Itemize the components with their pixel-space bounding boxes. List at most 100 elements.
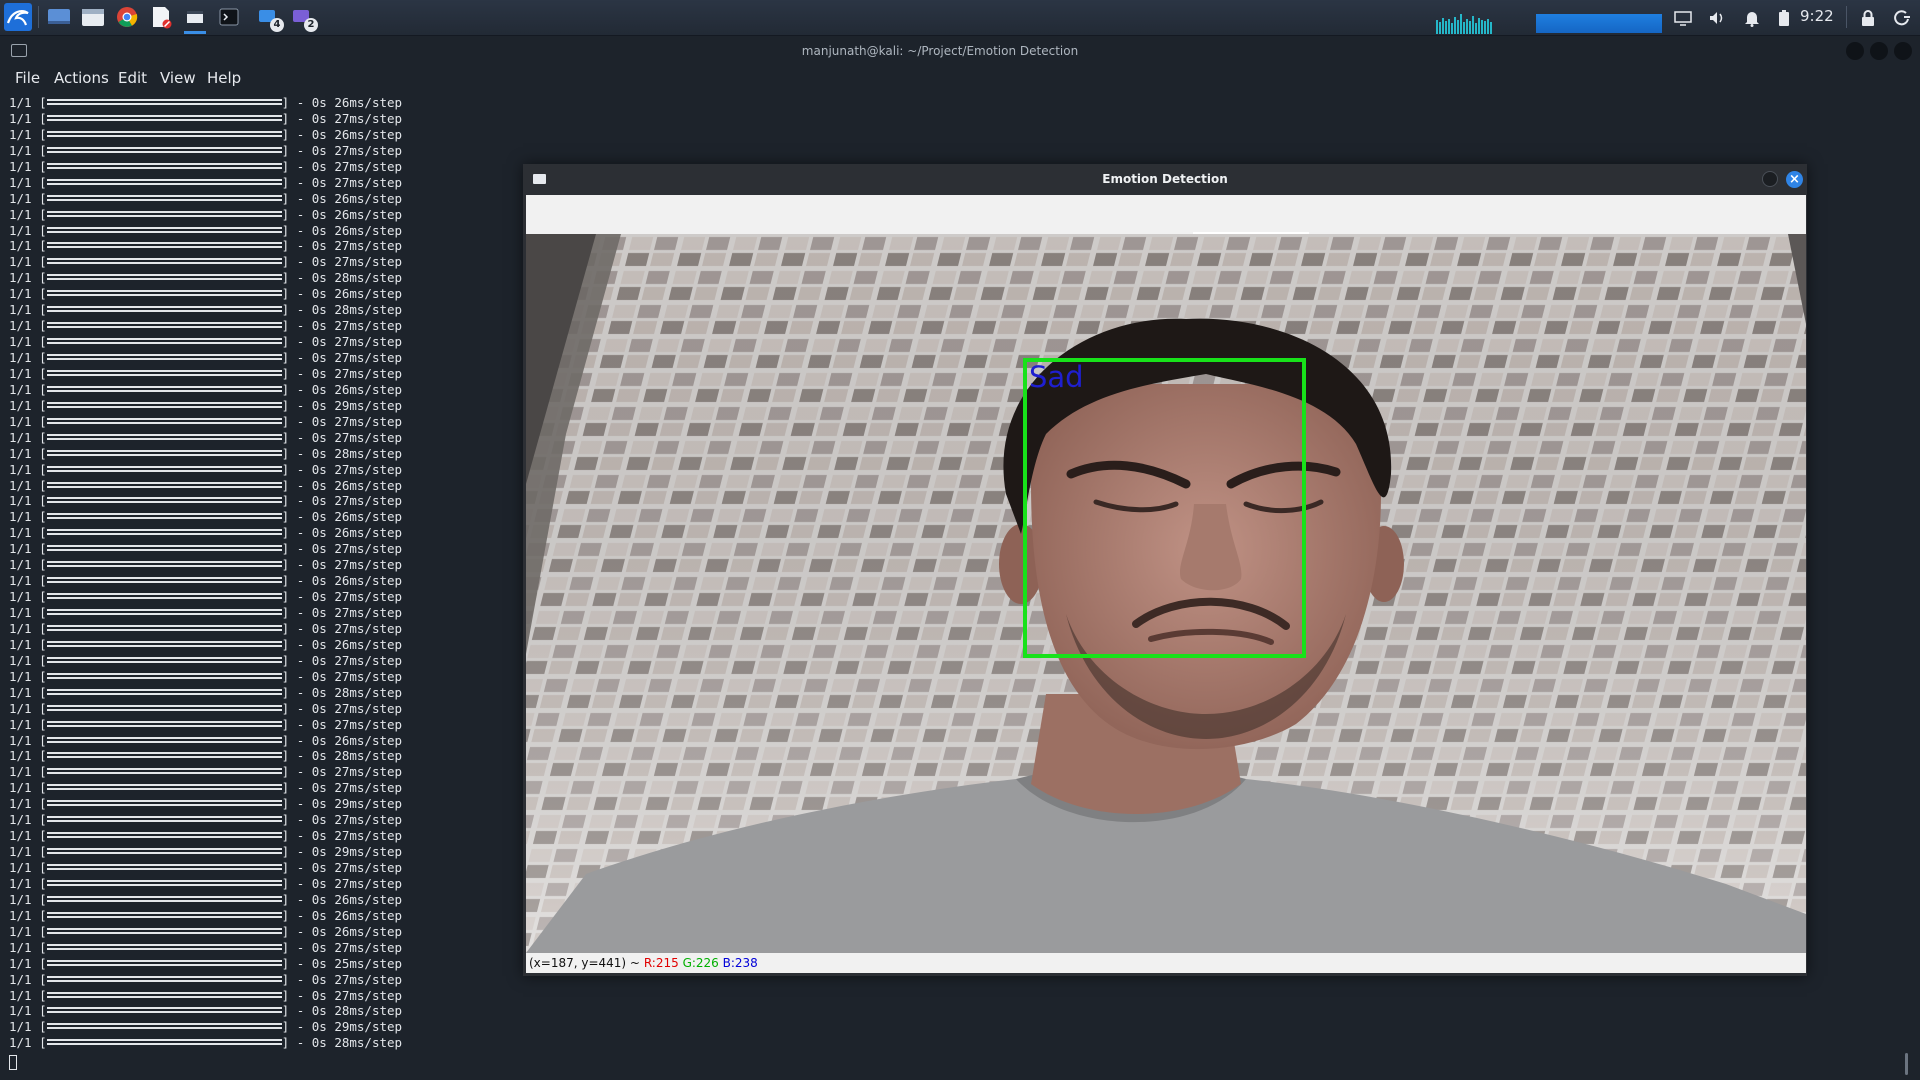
log-mid: ] - 0s xyxy=(281,334,335,350)
cpu-graph-bar xyxy=(1454,17,1456,34)
menu-actions[interactable]: Actions xyxy=(54,69,109,87)
step-time: 27ms/step xyxy=(334,700,403,716)
terminal-log-line: 1/1 [] - 0s 29ms/step xyxy=(9,844,509,860)
battery-icon[interactable] xyxy=(1774,8,1794,28)
workspace-2-icon[interactable]: 2 xyxy=(290,5,318,32)
step-time: 27ms/step xyxy=(334,254,403,270)
progress-bar xyxy=(46,146,282,153)
step-time: 27ms/step xyxy=(334,764,403,780)
step-time: 26ms/step xyxy=(334,732,403,748)
step-time: 29ms/step xyxy=(334,397,403,413)
log-mid: ] - 0s xyxy=(281,907,335,923)
step-time: 27ms/step xyxy=(334,429,403,445)
terminal-launcher-icon[interactable] xyxy=(216,5,242,29)
step-time: 28ms/step xyxy=(334,748,403,764)
log-prefix: 1/1 [ xyxy=(9,844,47,860)
terminal-log-line: 1/1 [] - 0s 29ms/step xyxy=(9,398,509,414)
terminal-log-line: 1/1 [] - 0s 27ms/step xyxy=(9,621,509,637)
log-mid: ] - 0s xyxy=(281,764,335,780)
log-prefix: 1/1 [ xyxy=(9,573,47,589)
log-prefix: 1/1 [ xyxy=(9,716,47,732)
log-mid: ] - 0s xyxy=(281,748,335,764)
terminal-maximize-button[interactable] xyxy=(1870,42,1888,60)
pixel-info-statusbar: (x=187, y=441) ~ R:215 G:226 B:238 xyxy=(526,953,1806,973)
cpu-graph-bar xyxy=(1463,22,1465,34)
display-icon[interactable] xyxy=(1673,8,1693,28)
notifications-bell-icon[interactable] xyxy=(1742,8,1762,28)
log-prefix: 1/1 [ xyxy=(9,222,47,238)
log-prefix: 1/1 [ xyxy=(9,557,47,573)
log-mid: ] - 0s xyxy=(281,350,335,365)
show-desktop-icon[interactable] xyxy=(46,5,72,29)
terminal-log-line: 1/1 [] - 0s 28ms/step xyxy=(9,270,509,286)
terminal-log-line: 1/1 [] - 0s 27ms/step xyxy=(9,669,509,685)
progress-bar xyxy=(46,417,282,424)
step-time: 27ms/step xyxy=(334,493,403,509)
emotion-window-close-button[interactable]: × xyxy=(1786,171,1803,188)
menu-file[interactable]: File xyxy=(15,69,40,87)
progress-bar xyxy=(46,178,282,185)
workspace-1-icon[interactable]: 4 xyxy=(256,5,284,32)
terminal-log-line: 1/1 [] - 0s 26ms/step xyxy=(9,892,509,908)
kali-menu-icon[interactable] xyxy=(4,3,32,31)
progress-bar xyxy=(46,561,282,568)
step-time: 26ms/step xyxy=(334,95,403,110)
log-prefix: 1/1 [ xyxy=(9,541,47,557)
progress-bar xyxy=(46,290,282,297)
log-mid: ] - 0s xyxy=(281,716,335,732)
log-prefix: 1/1 [ xyxy=(9,860,47,875)
terminal-minimize-button[interactable] xyxy=(1846,42,1864,60)
emotion-window-minimize-button[interactable] xyxy=(1762,171,1778,187)
progress-bar xyxy=(46,401,282,408)
menu-view[interactable]: View xyxy=(160,69,196,87)
terminal-window-taskbar-icon[interactable] xyxy=(182,5,208,34)
emotion-window-title: Emotion Detection xyxy=(1102,172,1228,186)
progress-bar xyxy=(46,991,282,998)
step-time: 27ms/step xyxy=(334,716,403,732)
terminal-log-line: 1/1 [ ] - 0s 27ms/step xyxy=(9,717,509,733)
log-prefix: 1/1 [ xyxy=(9,525,47,541)
terminal-log-line: 1/1 [] - 0s 26ms/step xyxy=(9,637,509,653)
logout-icon[interactable] xyxy=(1892,8,1912,28)
terminal-log-line: 1/1 [] - 0s 26ms/step xyxy=(9,191,509,207)
terminal-log-line: 1/1 [] - 0s 27ms/step xyxy=(9,334,509,350)
menu-help[interactable]: Help xyxy=(207,69,241,87)
lock-screen-icon[interactable] xyxy=(1858,8,1878,28)
step-time: 27ms/step xyxy=(334,939,403,955)
progress-bar xyxy=(46,927,282,934)
log-prefix: 1/1 [ xyxy=(9,636,47,652)
volume-icon[interactable] xyxy=(1707,8,1727,28)
log-mid: ] - 0s xyxy=(281,589,335,605)
terminal-log-line: 1/1 [] - 0s 27ms/step xyxy=(9,860,509,876)
cpu-graph-bar xyxy=(1448,19,1450,34)
log-prefix: 1/1 [ xyxy=(9,732,47,748)
log-mid: ] - 0s xyxy=(281,732,335,748)
chrome-browser-icon[interactable] xyxy=(114,5,140,29)
progress-bar xyxy=(46,911,282,918)
log-mid: ] - 0s xyxy=(281,397,335,413)
step-time: 29ms/step xyxy=(334,796,403,812)
step-time: 27ms/step xyxy=(334,158,403,174)
terminal-close-button[interactable] xyxy=(1894,42,1912,60)
terminal-output[interactable]: 1/1 [] - 0s 26ms/step 1/1 [] - 0s 27ms/st… xyxy=(9,95,509,1051)
cpu-graph-bar xyxy=(1490,22,1492,34)
log-mid: ] - 0s xyxy=(281,254,335,270)
terminal-titlebar[interactable]: manjunath@kali: ~/Project/Emotion Detect… xyxy=(0,36,1920,66)
step-time: 27ms/step xyxy=(334,589,403,605)
menu-edit[interactable]: Edit xyxy=(118,69,147,87)
progress-bar xyxy=(46,354,282,360)
progress-bar xyxy=(46,1039,282,1046)
terminal-scrollbar[interactable] xyxy=(1905,1053,1908,1075)
terminal-log-line: 1/1 [] - 0s 27ms/step xyxy=(9,589,509,605)
emotion-window-titlebar[interactable]: Emotion Detection × xyxy=(523,164,1807,194)
terminal-log-line: 1/1 [] - 0s 27ms/step xyxy=(9,701,509,717)
step-time: 27ms/step xyxy=(334,461,403,477)
clock[interactable]: 9:22 xyxy=(1800,7,1834,25)
text-editor-icon[interactable] xyxy=(148,5,174,29)
step-time: 27ms/step xyxy=(334,318,403,334)
log-prefix: 1/1 [ xyxy=(9,477,47,493)
log-mid: ] - 0s xyxy=(281,891,335,907)
file-manager-icon[interactable] xyxy=(80,5,106,29)
terminal-log-line: 1/1 [] - 0s 29ms/step xyxy=(9,796,509,812)
webcam-video-frame[interactable]: Sad xyxy=(526,234,1806,953)
